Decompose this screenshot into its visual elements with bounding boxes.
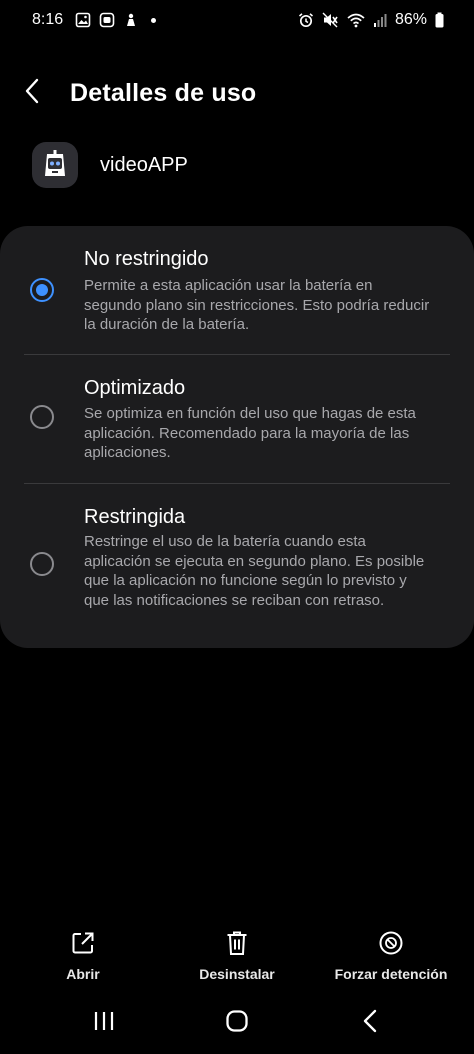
battery-options-card: No restringido Permite a esta aplicación… (0, 226, 474, 648)
option-description: Permite a esta aplicación usar la baterí… (84, 277, 430, 333)
option-title: Restringida (84, 506, 186, 528)
page-title: Detalles de uso (70, 78, 257, 107)
radio-optimizado[interactable] (30, 405, 54, 429)
app-info: videoAPP (32, 142, 188, 188)
status-time: 8:16 (32, 11, 64, 28)
status-right: 86% (298, 11, 444, 29)
open-button[interactable]: Abrir (44, 928, 122, 982)
radio-restringida[interactable] (30, 552, 54, 576)
option-title: No restringido (84, 248, 209, 270)
alarm-icon (298, 12, 314, 28)
app-actions: Abrir Desinstalar Forzar detención (0, 928, 474, 988)
open-label: Abrir (66, 966, 100, 982)
uninstall-button[interactable]: Desinstalar (186, 928, 288, 982)
wifi-icon (347, 12, 365, 28)
option-description: Se optimiza en función del uso que hagas… (84, 405, 416, 461)
header: Detalles de uso (24, 70, 256, 116)
navigation-bar (0, 1000, 474, 1046)
more-notifications-dot (151, 17, 157, 23)
notification-icon (123, 12, 139, 28)
radio-no-restringido[interactable] (30, 278, 54, 302)
force-stop-label: Forzar detención (334, 966, 448, 982)
home-icon (225, 1009, 249, 1038)
signal-icon (373, 12, 387, 28)
app-robot-icon (32, 142, 78, 188)
recents-icon (93, 1010, 115, 1037)
back-button[interactable] (24, 70, 56, 116)
force-stop-button[interactable]: Forzar detención (330, 928, 452, 982)
recents-button[interactable] (84, 1008, 124, 1038)
option-no-restringido[interactable]: No restringido Permite a esta aplicación… (0, 226, 474, 354)
screen: 8:16 86% Detalles de uso videoAPP No res… (0, 0, 474, 1054)
uninstall-label: Desinstalar (199, 966, 275, 982)
back-icon (362, 1009, 378, 1038)
nav-back-button[interactable] (350, 1008, 390, 1038)
stop-icon (378, 928, 404, 958)
status-bar: 8:16 86% (0, 0, 474, 40)
app-name: videoAPP (100, 153, 188, 176)
mute-icon (322, 12, 339, 28)
option-title: Optimizado (84, 377, 186, 399)
gallery-icon (75, 12, 91, 28)
status-left: 8:16 (32, 11, 157, 29)
home-button[interactable] (217, 1008, 257, 1038)
battery-percent: 86% (394, 11, 427, 28)
battery-icon (435, 12, 444, 28)
option-restringida[interactable]: Restringida Restringe el uso de la bater… (0, 484, 474, 648)
chevron-left-icon (24, 78, 40, 109)
open-external-icon (71, 928, 95, 958)
option-optimizado[interactable]: Optimizado Se optimiza en función del us… (0, 355, 474, 483)
assistant-icon (99, 12, 115, 28)
trash-icon (226, 928, 248, 958)
option-description: Restringe el uso de la batería cuando es… (84, 533, 425, 609)
